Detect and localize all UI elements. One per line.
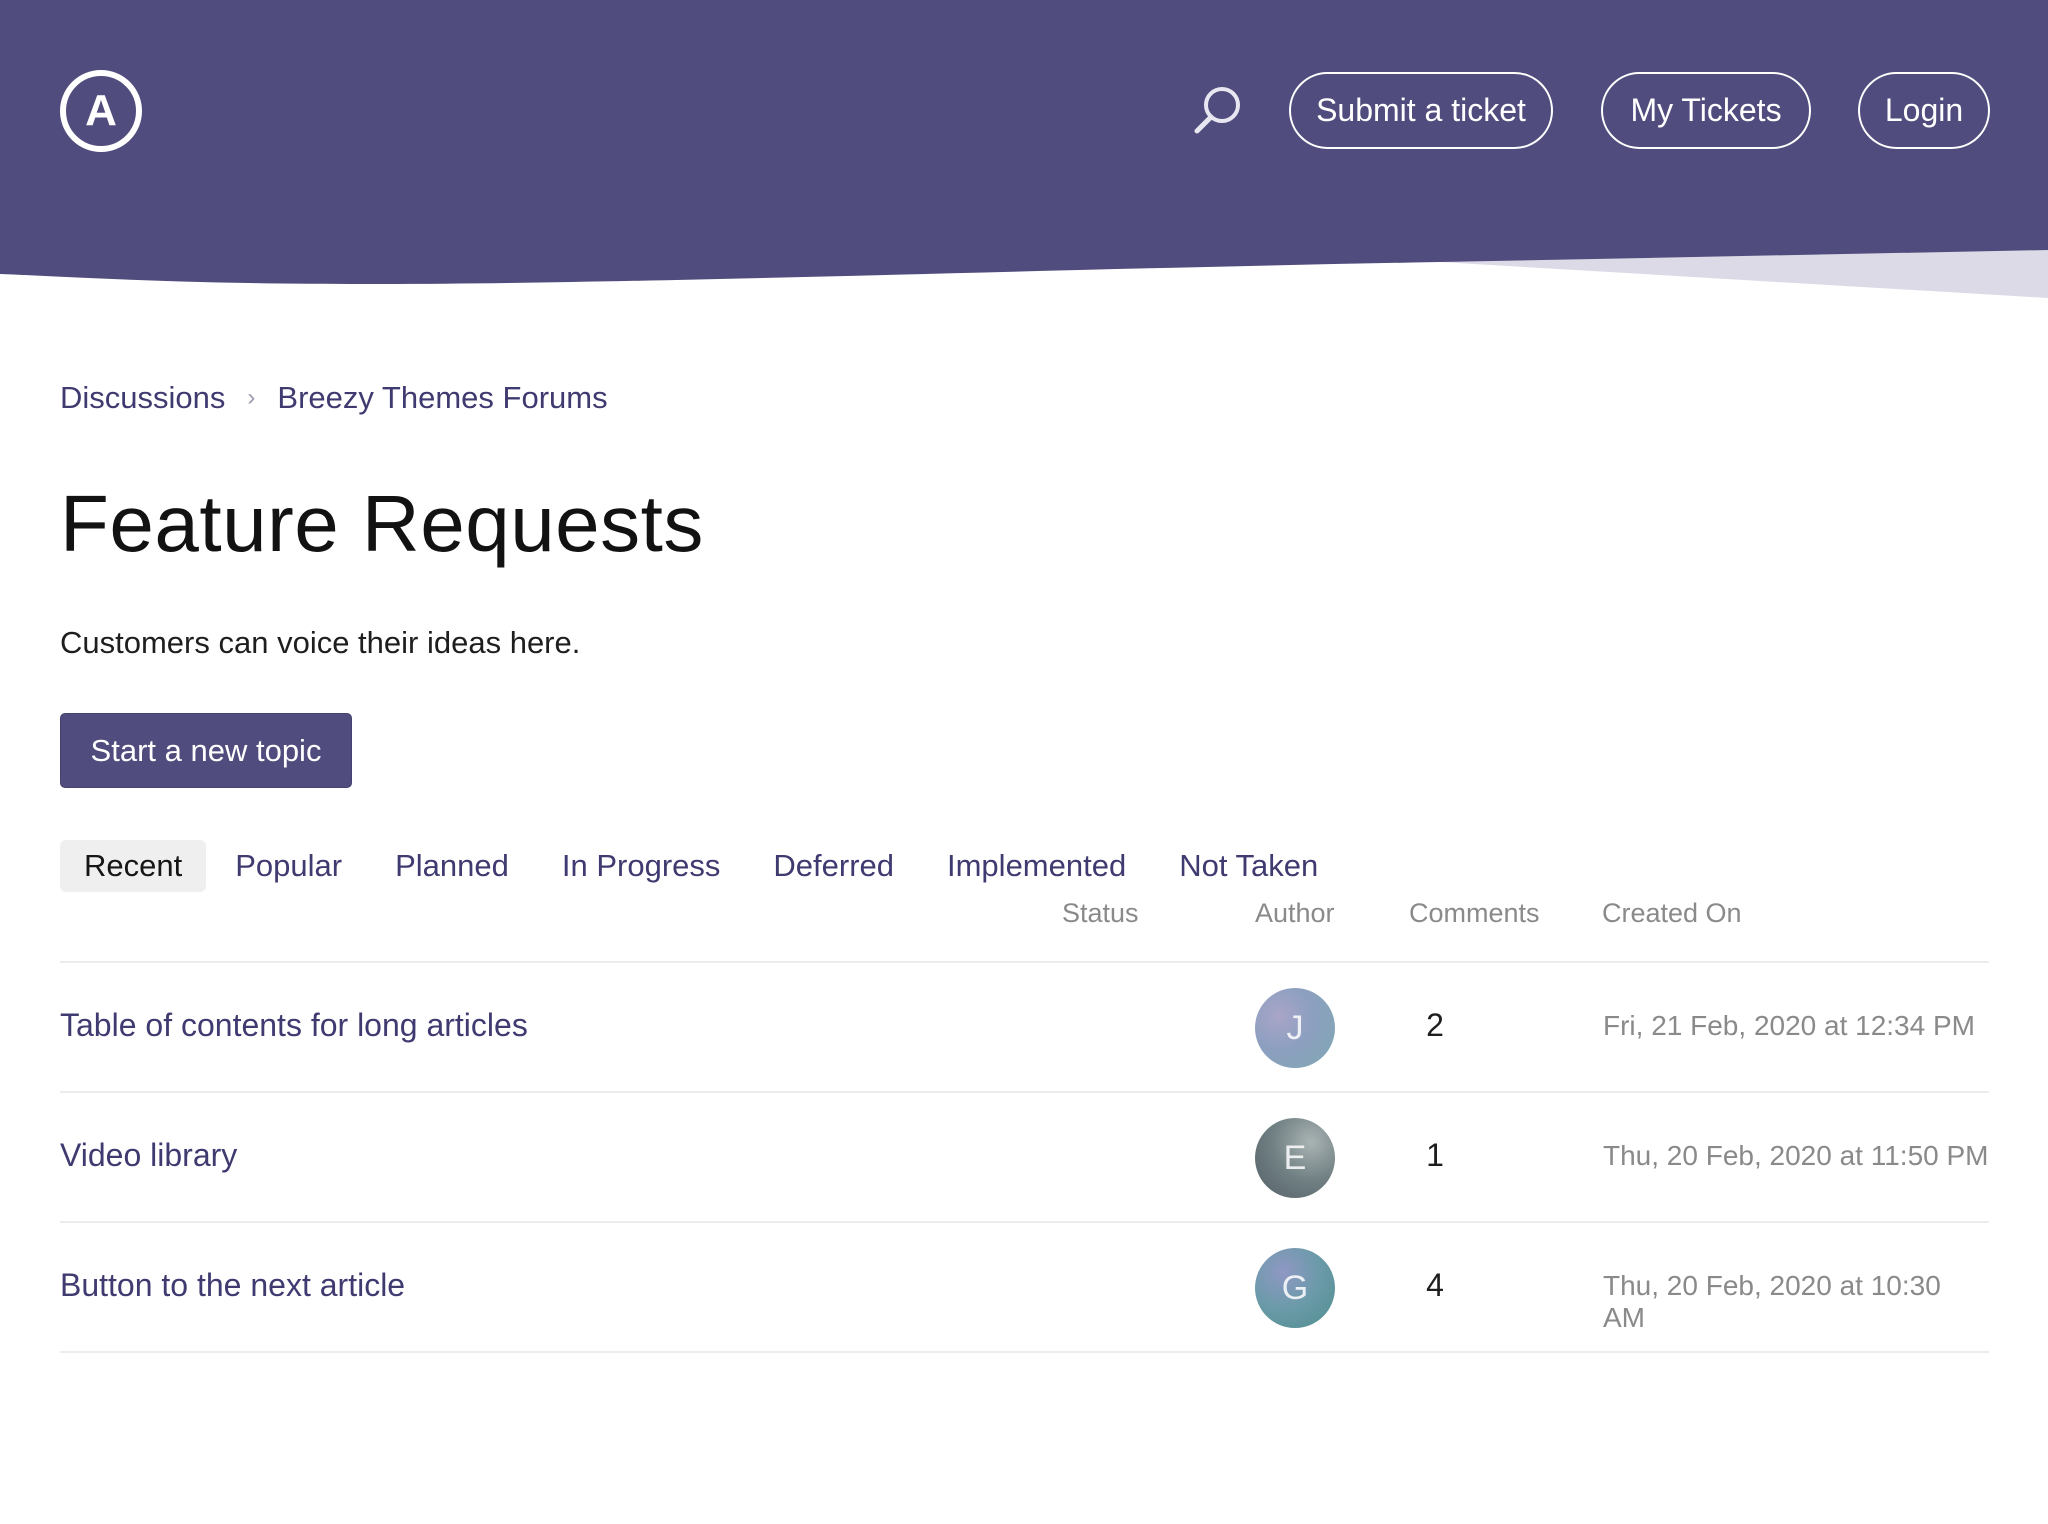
tab-in-progress[interactable]: In Progress [538,840,745,892]
tab-implemented[interactable]: Implemented [923,840,1150,892]
breadcrumb-forum-link[interactable]: Breezy Themes Forums [277,380,607,416]
breadcrumb-separator-icon: › [247,384,256,411]
topic-title-link[interactable]: Button to the next article [60,1267,405,1304]
created-on-date: Thu, 20 Feb, 2020 at 10:30 AM [1603,1270,1941,1333]
column-header-comments: Comments [1409,898,1540,928]
breadcrumb: Discussions › Breezy Themes Forums [60,380,608,416]
breadcrumb-discussions-link[interactable]: Discussions [60,380,225,416]
page-description: Customers can voice their ideas here. [60,625,581,660]
created-on-date: Fri, 21 Feb, 2020 at 12:34 PM [1603,1010,1975,1041]
topic-title-link[interactable]: Video library [60,1137,237,1174]
page-title: Feature Requests [60,479,704,568]
login-button[interactable]: Login [1858,72,1990,149]
search-icon [1194,87,1240,134]
comment-count: 1 [1426,1137,1444,1173]
tab-popular[interactable]: Popular [211,840,366,892]
header-wave-background [0,0,2048,298]
avatar[interactable]: G [1255,1248,1335,1328]
column-header-status: Status [1062,898,1139,928]
tab-recent[interactable]: Recent [60,840,207,892]
logo-letter: A [85,86,117,135]
avatar[interactable]: J [1255,988,1335,1068]
filter-tabs: Recent Popular Planned In Progress Defer… [60,840,1347,892]
column-header-author: Author [1255,898,1335,928]
table-row: Button to the next article G 4 Thu, 20 F… [60,1223,1989,1353]
table-row: Table of contents for long articles J 2 … [60,963,1989,1093]
tab-not-taken[interactable]: Not Taken [1155,840,1342,892]
topic-title-link[interactable]: Table of contents for long articles [60,1007,528,1044]
avatar[interactable]: E [1255,1118,1335,1198]
brand-logo[interactable]: A [60,70,142,152]
site-header: A Submit a ticket My Tickets Login [0,0,2048,300]
tab-planned[interactable]: Planned [371,840,533,892]
table-row: Video library E 1 Thu, 20 Feb, 2020 at 1… [60,1093,1989,1223]
created-on-date: Thu, 20 Feb, 2020 at 11:50 PM [1603,1140,1989,1171]
search-button[interactable] [1190,82,1246,138]
comment-count: 2 [1426,1007,1444,1043]
my-tickets-button[interactable]: My Tickets [1601,72,1811,149]
comment-count: 4 [1426,1267,1444,1303]
tab-deferred[interactable]: Deferred [749,840,918,892]
start-new-topic-button[interactable]: Start a new topic [60,713,352,788]
submit-ticket-button[interactable]: Submit a ticket [1289,72,1553,149]
column-header-created-on: Created On [1602,898,1742,928]
